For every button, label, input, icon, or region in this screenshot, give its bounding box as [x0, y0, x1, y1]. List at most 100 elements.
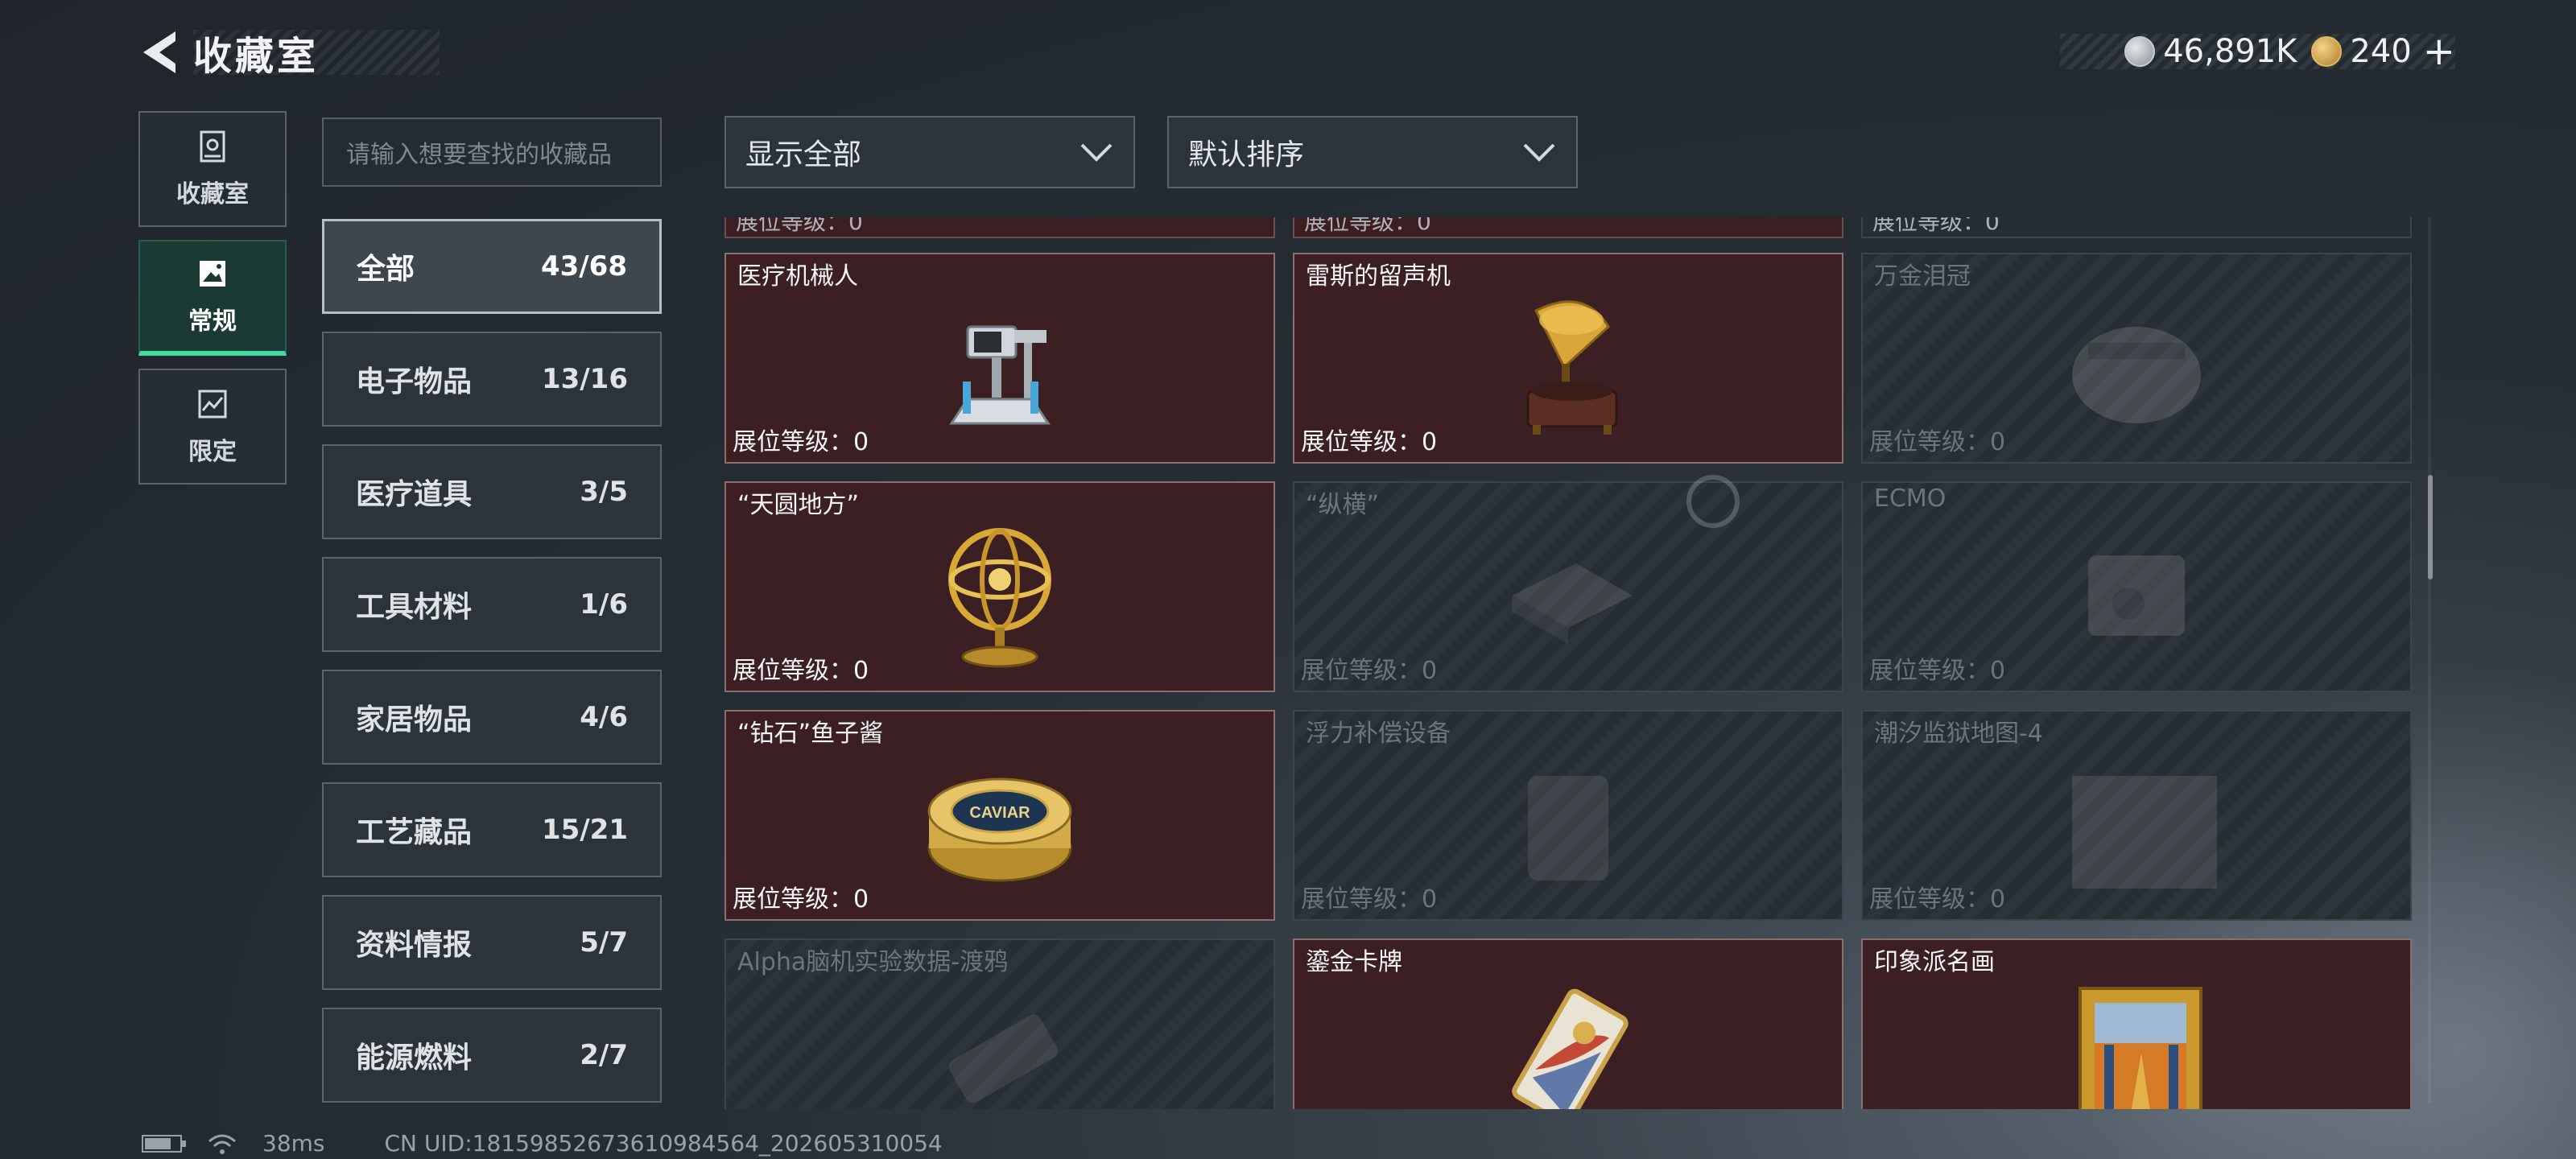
- add-currency-button[interactable]: +: [2423, 29, 2455, 74]
- nav-tab-collection-room[interactable]: 收藏室: [138, 111, 287, 227]
- gold-coin-icon: [2311, 36, 2343, 67]
- category-intel[interactable]: 资料情报 5/7: [322, 895, 662, 990]
- category-household[interactable]: 家居物品 4/6: [322, 670, 662, 765]
- nav-tab-regular[interactable]: 常规: [138, 240, 287, 356]
- collection-card[interactable]: Alpha脑机实验数据-渡鸦: [724, 938, 1275, 1109]
- card-level: 展位等级：0: [1869, 885, 2006, 914]
- card-level: 展位等级：0: [1304, 217, 1431, 235]
- card-name: “天圆地方”: [737, 491, 860, 519]
- nav-tab-label: 常规: [188, 307, 237, 336]
- collection-card[interactable]: 万金泪冠 展位等级：0: [1861, 253, 2412, 464]
- category-label: 工艺藏品: [356, 816, 473, 849]
- wifi-icon: [208, 1134, 236, 1154]
- back-button[interactable]: [137, 24, 185, 80]
- nav-tab-label: 收藏室: [176, 180, 249, 208]
- header: 收藏室: [137, 24, 440, 80]
- gold-currency[interactable]: 240 +: [2311, 29, 2455, 74]
- page-title: 收藏室: [193, 34, 320, 79]
- chevron-down-icon: [1523, 143, 1555, 162]
- card-name: 万金泪冠: [1874, 262, 1971, 291]
- card-name: 潮汐监狱地图-4: [1874, 720, 2043, 748]
- card-level: 展位等级：0: [1301, 885, 1438, 914]
- card-level: 展位等级：0: [733, 657, 869, 685]
- category-list: 全部 43/68 电子物品 13/16 医疗道具 3/5 工具材料 1/6 家居…: [322, 219, 662, 1120]
- caviar-label: CAVIAR: [969, 804, 1030, 822]
- card-level: 展位等级：0: [1869, 657, 2006, 685]
- partial-card[interactable]: 展位等级：0: [724, 217, 1275, 238]
- collection-card[interactable]: “天圆地方” 展位等级：0: [724, 481, 1275, 692]
- gilded-card-icon: [1488, 972, 1649, 1109]
- category-label: 全部: [357, 253, 415, 286]
- category-label: 家居物品: [356, 703, 473, 736]
- card-name: ECMO: [1874, 485, 1946, 513]
- category-count: 1/6: [580, 588, 628, 621]
- card-level: 展位等级：0: [733, 428, 869, 456]
- limited-icon: [198, 390, 227, 419]
- category-count: 5/7: [580, 926, 628, 959]
- painting-icon: [2056, 972, 2217, 1109]
- sort-dropdown[interactable]: 默认排序: [1167, 116, 1578, 188]
- collection-card[interactable]: ECMO 展位等级：0: [1861, 481, 2412, 692]
- category-count: 4/6: [580, 701, 628, 733]
- collection-card[interactable]: “纵横” 展位等级：0: [1293, 481, 1843, 692]
- ecmo-icon: [2056, 515, 2217, 676]
- armillary-sphere-icon: [919, 515, 1080, 676]
- category-medical[interactable]: 医疗道具 3/5: [322, 444, 662, 539]
- category-crafts[interactable]: 工艺藏品 15/21: [322, 782, 662, 877]
- back-arrow-icon: [143, 31, 175, 73]
- card-name: 浮力补偿设备: [1306, 720, 1451, 748]
- partial-card[interactable]: 展位等级：0: [1293, 217, 1843, 238]
- left-nav: 收藏室 常规 限定: [138, 111, 287, 497]
- gramophone-icon: [1488, 287, 1649, 448]
- collection-card[interactable]: 印象派名画: [1861, 938, 2412, 1109]
- card-name: 雷斯的留声机: [1306, 262, 1451, 291]
- scrollbar-thumb[interactable]: [2428, 475, 2433, 580]
- partial-card[interactable]: 展位等级：0: [1861, 217, 2412, 238]
- card-level: 展位等级：0: [1301, 657, 1438, 685]
- ping: 38ms: [262, 1130, 325, 1157]
- title-bar: 收藏室: [193, 30, 440, 79]
- category-count: 3/5: [580, 476, 628, 508]
- chevron-down-icon: [1080, 143, 1113, 162]
- collection-card[interactable]: 潮汐监狱地图-4 展位等级：0: [1861, 710, 2412, 921]
- filter-dropdown[interactable]: 显示全部: [724, 116, 1135, 188]
- category-tools[interactable]: 工具材料 1/6: [322, 557, 662, 652]
- collection-grid: 展位等级：0 展位等级：0 展位等级：0 医疗机械人 展位等级：0 雷斯的留声机 展位…: [724, 217, 2415, 1109]
- map-icon: [2056, 744, 2233, 905]
- scroll-track: [2428, 217, 2431, 1103]
- category-label: 工具材料: [356, 591, 473, 624]
- collection-card[interactable]: 浮力补偿设备展位等级：0: [1293, 710, 1843, 921]
- currency-bar: 46,891K 240 +: [2060, 29, 2455, 74]
- category-label: 资料情报: [356, 929, 473, 962]
- status-bar: 38ms CN UID:18159852673610984564_2026053…: [142, 1130, 943, 1157]
- collection-card[interactable]: 鎏金卡牌: [1293, 938, 1843, 1109]
- category-all[interactable]: 全部 43/68: [322, 219, 662, 314]
- category-count: 43/68: [540, 250, 627, 283]
- data-device-icon: [919, 972, 1080, 1109]
- gold-amount: 240: [2350, 33, 2412, 70]
- collection-card[interactable]: “钻石”鱼子酱 CAVIAR 展位等级：0: [724, 710, 1275, 921]
- medical-robot-icon: [919, 287, 1080, 448]
- battery-icon: [142, 1134, 186, 1153]
- collection-card[interactable]: 雷斯的留声机展位等级：0: [1293, 253, 1843, 464]
- card-name: “纵横”: [1306, 491, 1380, 519]
- category-energy[interactable]: 能源燃料 2/7: [322, 1008, 662, 1103]
- card-name: 印象派名画: [1874, 948, 1995, 976]
- card-level: 展位等级：0: [1301, 428, 1438, 456]
- silver-coin-icon: [2124, 36, 2156, 67]
- card-name: 鎏金卡牌: [1306, 948, 1402, 976]
- card-level: 展位等级：0: [736, 217, 863, 235]
- category-electronics[interactable]: 电子物品 13/16: [322, 332, 662, 427]
- image-icon: [200, 261, 225, 287]
- search-input[interactable]: 请输入想要查找的收藏品: [322, 118, 662, 187]
- nav-tab-label: 限定: [188, 438, 237, 466]
- search-placeholder: 请输入想要查找的收藏品: [346, 141, 612, 169]
- collection-grid-inner: 展位等级：0 展位等级：0 展位等级：0 医疗机械人 展位等级：0 雷斯的留声机 展位…: [724, 217, 2415, 1109]
- silver-amount: 46,891K: [2163, 33, 2297, 70]
- collection-card[interactable]: 医疗机械人展位等级：0: [724, 253, 1275, 464]
- crown-icon: [2056, 287, 2217, 448]
- archive-icon: [200, 130, 225, 163]
- nav-tab-limited[interactable]: 限定: [138, 369, 287, 485]
- uid-text: CN UID:18159852673610984564_202605310054: [384, 1130, 943, 1157]
- card-name: 医疗机械人: [737, 262, 858, 291]
